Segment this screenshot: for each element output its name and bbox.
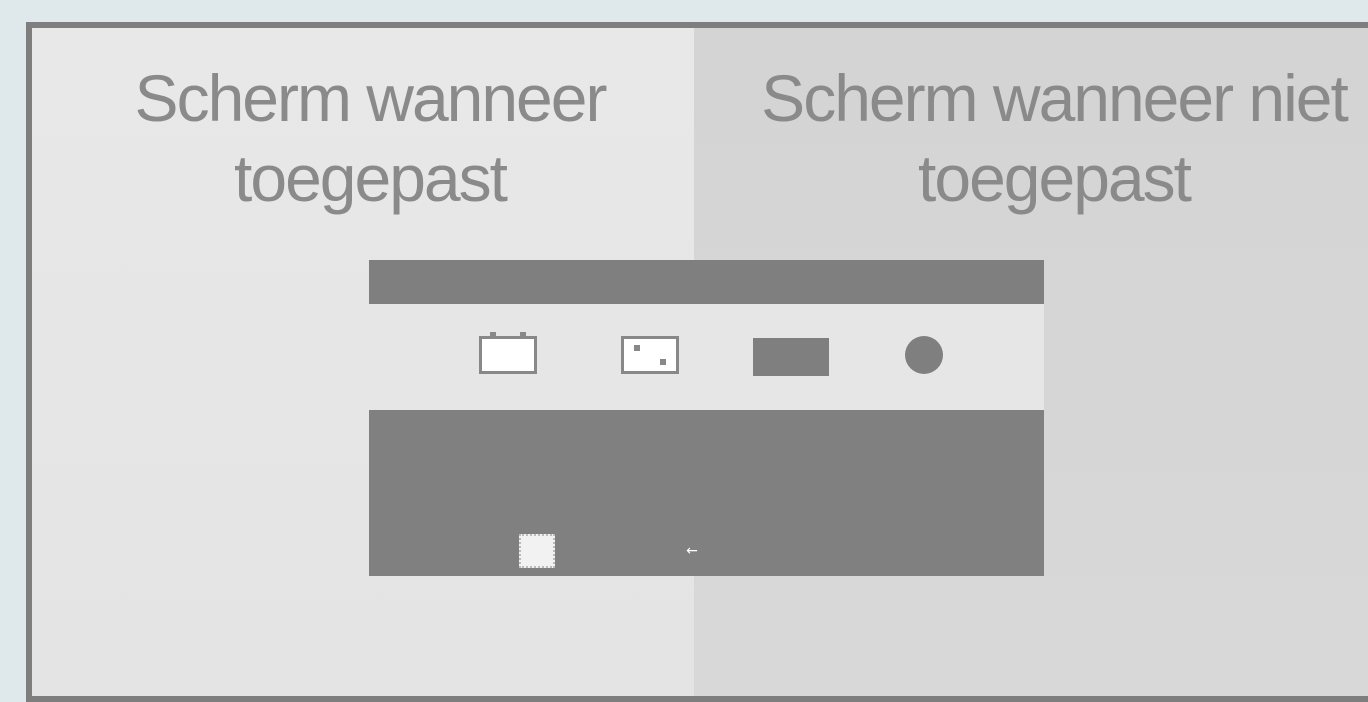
arrow-left-icon: ← <box>686 543 698 559</box>
applied-caption-line2: toegepast <box>234 141 508 215</box>
illustration-frame: Scherm wanneer toegepast Scherm wanneer … <box>26 22 1368 702</box>
geometry-icon <box>621 336 679 374</box>
osd-title-bar <box>369 260 1044 304</box>
select-icon <box>519 534 555 568</box>
dot-icon <box>905 336 943 374</box>
not-applied-caption-line1: Scherm wanneer niet <box>761 61 1349 135</box>
applied-caption-line1: Scherm wanneer <box>134 61 608 135</box>
osd-icon-row <box>369 304 1044 410</box>
bar-icon <box>753 338 829 376</box>
monitor-icon <box>479 332 537 374</box>
not-applied-caption-line2: toegepast <box>918 141 1192 215</box>
applied-caption: Scherm wanneer toegepast <box>70 58 670 218</box>
osd-menu: ← <box>369 260 1044 576</box>
not-applied-caption: Scherm wanneer niet toegepast <box>744 58 1364 218</box>
osd-content-area: ← <box>369 410 1044 576</box>
